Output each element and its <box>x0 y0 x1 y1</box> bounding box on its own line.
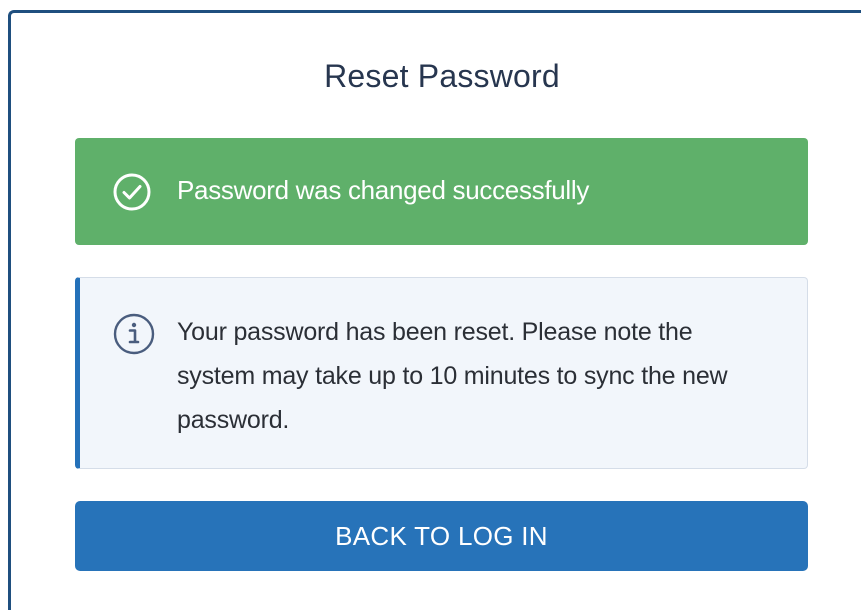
success-message: Password was changed successfully <box>177 175 590 205</box>
back-to-login-button[interactable]: BACK TO LOG IN <box>75 501 808 571</box>
check-circle-icon <box>112 172 152 212</box>
success-alert: Password was changed successfully <box>75 138 808 245</box>
page-title: Reset Password <box>324 58 560 94</box>
info-circle-icon <box>112 312 156 356</box>
info-alert: Your password has been reset. Please not… <box>75 277 808 469</box>
info-message: Your password has been reset. Please not… <box>177 318 728 434</box>
